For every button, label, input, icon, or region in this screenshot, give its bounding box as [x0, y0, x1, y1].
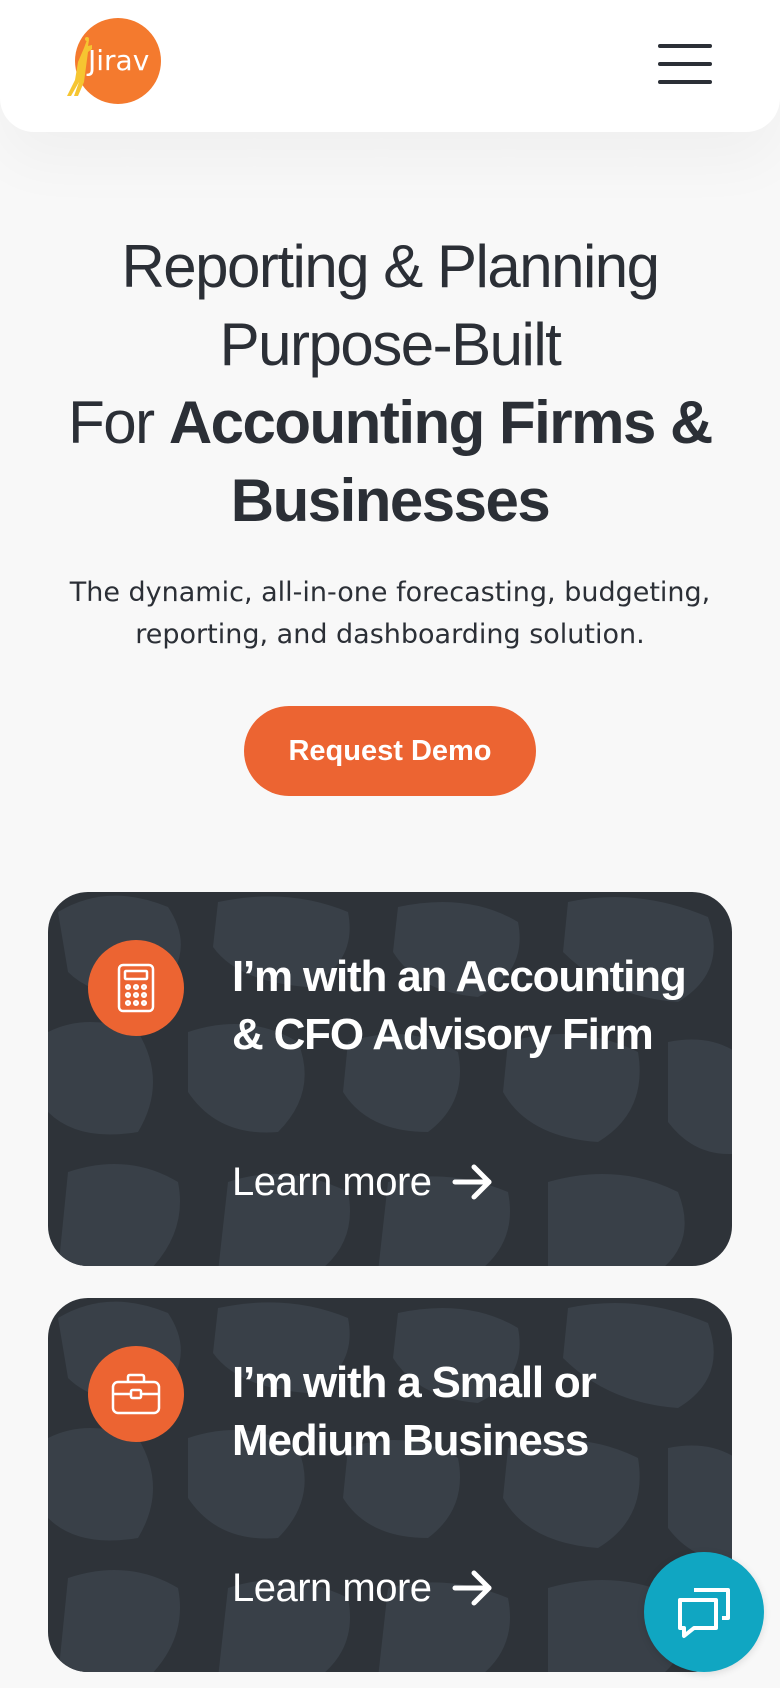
- card-title-line: & CFO Advisory Firm: [232, 1010, 654, 1059]
- site-header: Jirav: [0, 0, 780, 132]
- request-demo-button[interactable]: Request Demo: [244, 706, 536, 796]
- svg-text:Jirav: Jirav: [86, 44, 149, 77]
- hero-title-bold: Accounting Firms &: [168, 389, 714, 456]
- hero-title-line: Reporting & Planning: [121, 233, 660, 300]
- hero-subtitle-line: reporting, and dashboarding solution.: [135, 619, 645, 650]
- accounting-firm-card[interactable]: I’m with an Accounting & CFO Advisory Fi…: [48, 892, 732, 1266]
- learn-more-label: Learn more: [232, 1565, 432, 1610]
- card-title: I’m with a Small or Medium Business: [232, 1354, 712, 1470]
- chat-bubbles-icon[interactable]: [644, 1552, 764, 1672]
- card-title-line: I’m with an Accounting: [232, 952, 687, 1001]
- card-title: I’m with an Accounting & CFO Advisory Fi…: [232, 948, 712, 1064]
- card-title-line: Medium Business: [232, 1416, 589, 1465]
- card-title-line: I’m with a Small or: [232, 1358, 597, 1407]
- hero-title-prefix: For: [68, 389, 169, 456]
- menu-bar: [658, 62, 712, 66]
- calculator-icon: [88, 940, 184, 1036]
- jirav-logo[interactable]: Jirav: [60, 18, 170, 114]
- learn-more-label: Learn more: [232, 1159, 432, 1204]
- hero-title: Reporting & Planning Purpose-Built For A…: [0, 228, 780, 540]
- learn-more-link[interactable]: Learn more: [232, 1560, 494, 1616]
- hero-title-line: For Accounting Firms &: [0, 384, 780, 462]
- hero-title-bold: Businesses: [230, 467, 551, 534]
- arrow-right-icon: [452, 1164, 492, 1200]
- hamburger-menu-icon[interactable]: [658, 44, 712, 84]
- arrow-right-icon: [452, 1570, 492, 1606]
- learn-more-link[interactable]: Learn more: [232, 1154, 494, 1210]
- briefcase-icon: [88, 1346, 184, 1442]
- menu-bar: [658, 44, 712, 48]
- menu-bar: [658, 80, 712, 84]
- hero-title-line: Businesses: [0, 462, 780, 540]
- hero-subtitle: The dynamic, all-in-one forecasting, bud…: [40, 572, 740, 656]
- small-medium-business-card[interactable]: I’m with a Small or Medium Business Lear…: [48, 1298, 732, 1672]
- hero-title-line: Purpose-Built: [219, 311, 562, 378]
- hero-subtitle-line: The dynamic, all-in-one forecasting, bud…: [69, 577, 711, 608]
